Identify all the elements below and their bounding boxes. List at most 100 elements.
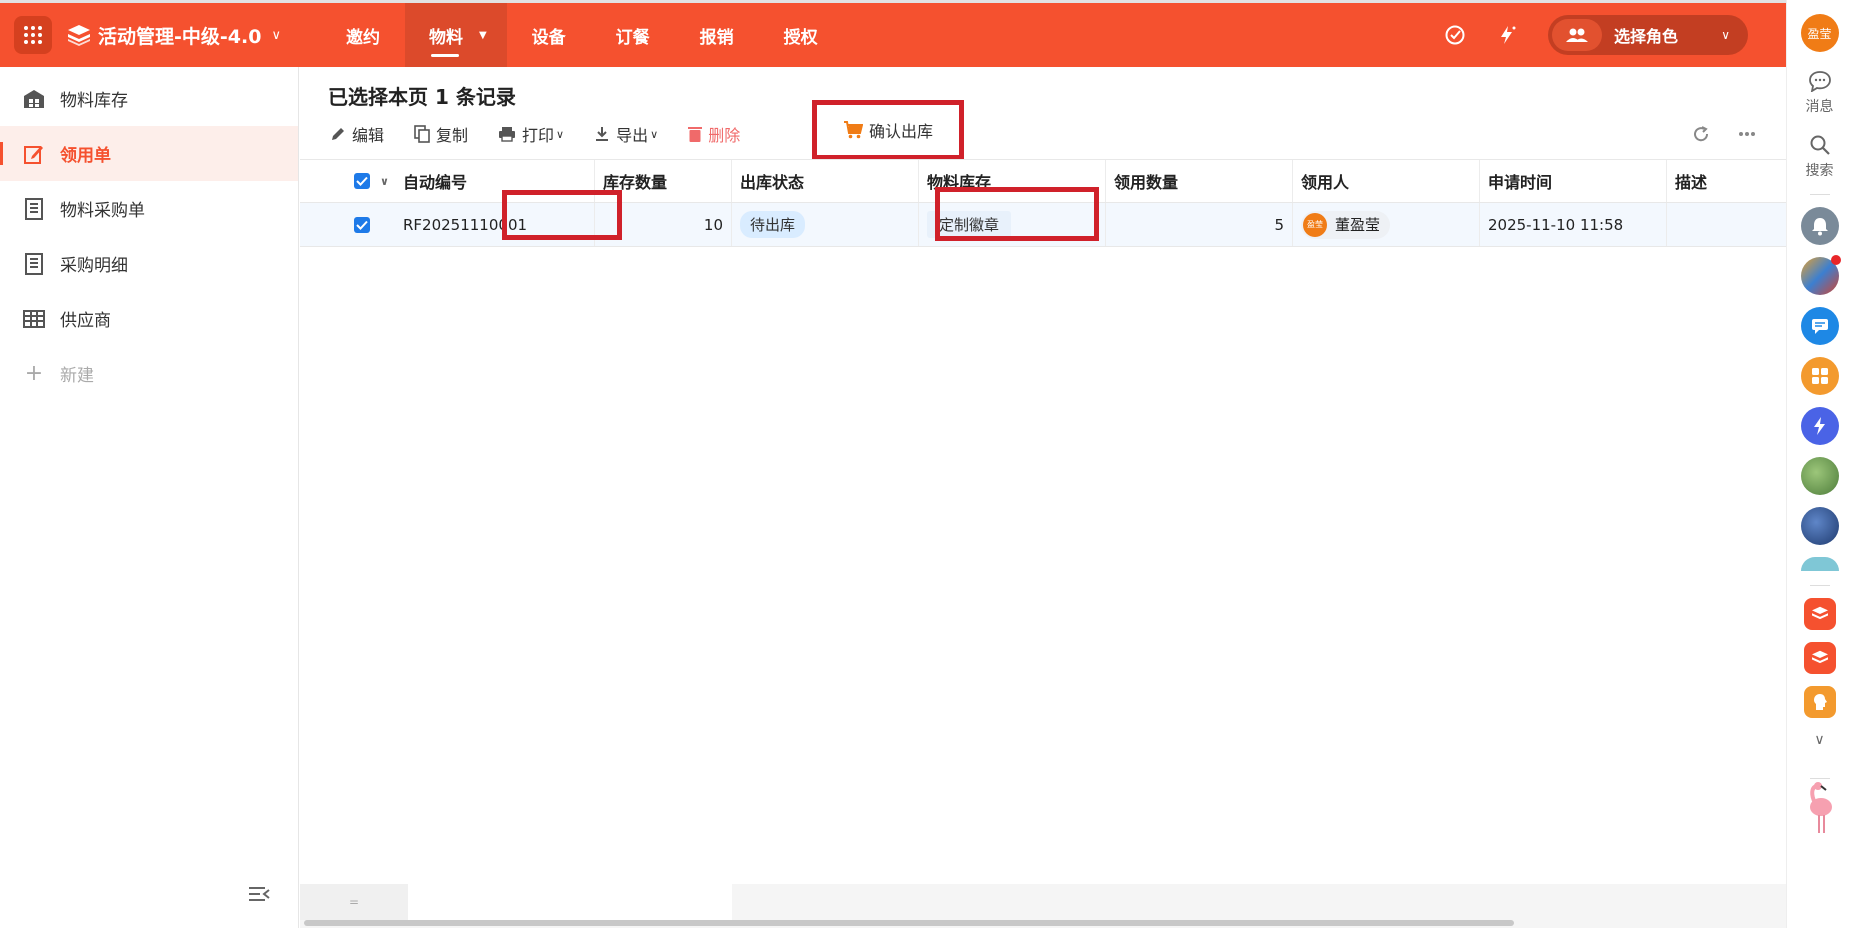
pencil-icon <box>330 126 346 142</box>
summary-cell[interactable]: = <box>300 884 408 920</box>
record-table: ∨ 自动编号 库存数量 出库状态 物料库存 领用数量 领用人 申请时间 描述 R… <box>300 159 1786 247</box>
main-content: 已选择本页 1 条记录 编辑 复制 打印 ∨ 导出 ∨ 删除 确认出库 ∨ 自动… <box>300 67 1786 928</box>
messages-button[interactable]: 消息 <box>1806 70 1834 116</box>
layers-logo-icon <box>66 22 92 48</box>
cell-status[interactable]: 待出库 <box>732 203 919 246</box>
copy-label: 复制 <box>436 126 469 145</box>
print-button[interactable]: 打印 ∨ <box>498 122 564 146</box>
nav-tab-invite[interactable]: 邀约 <box>321 3 405 67</box>
export-button[interactable]: 导出 ∨ <box>594 122 658 146</box>
column-header[interactable]: 出库状态 <box>732 160 919 202</box>
search-label: 搜索 <box>1805 163 1834 179</box>
sidebar-item-label: 采购明细 <box>60 256 128 276</box>
copy-button[interactable]: 复制 <box>414 122 468 146</box>
right-dock: 盈莹 消息 搜索 ∨ <box>1786 0 1852 928</box>
column-header[interactable]: 申请时间 <box>1480 160 1667 202</box>
head-idea-app-icon[interactable] <box>1803 686 1836 718</box>
chevron-down-icon[interactable]: ∨ <box>380 175 389 188</box>
layers-app-icon[interactable] <box>1803 598 1836 630</box>
row-checkbox[interactable] <box>354 216 370 233</box>
more-icon[interactable] <box>1738 131 1756 137</box>
material-tag[interactable]: 定制徽章 <box>927 211 1012 238</box>
sidebar-item-supplier[interactable]: 供应商 <box>0 291 298 346</box>
status-badge: 待出库 <box>740 211 806 238</box>
nav-tab-label: 物料 <box>428 27 463 48</box>
chevron-down-icon[interactable]: ∨ <box>271 28 281 43</box>
nav-tab-authorize[interactable]: 授权 <box>759 3 843 67</box>
lightning-app-icon[interactable] <box>1800 407 1839 445</box>
column-header[interactable]: 领用人 <box>1293 160 1480 202</box>
grid-app-icon[interactable] <box>1800 357 1839 395</box>
confirm-outbound-button[interactable]: 确认出库 <box>812 100 964 160</box>
column-header[interactable]: 自动编号 <box>395 160 595 202</box>
notification-dot <box>1830 255 1841 265</box>
summary-cell[interactable] <box>408 884 732 920</box>
search-button[interactable]: 搜索 <box>1806 134 1834 180</box>
chevron-down-icon: ∨ <box>556 127 565 141</box>
app-launcher-button[interactable] <box>14 16 52 54</box>
sidebar-item-label: 供应商 <box>60 311 111 331</box>
collapse-sidebar-icon[interactable] <box>248 886 270 906</box>
person-chip[interactable]: 盈莹 董盈莹 <box>1301 210 1391 239</box>
table-row[interactable]: RF20251110001 10 待出库 定制徽章 5 盈莹 董盈莹 2025-… <box>300 203 1786 247</box>
role-selector-label: 选择角色 <box>1614 27 1679 46</box>
column-header[interactable]: 库存数量 <box>595 160 732 202</box>
top-right-tools: 选择角色 ∨ <box>1444 3 1786 67</box>
download-icon <box>594 126 610 142</box>
select-all-cell[interactable]: ∨ <box>300 160 395 202</box>
column-header[interactable]: 领用数量 <box>1106 160 1293 202</box>
column-header[interactable]: 物料库存 <box>919 160 1106 202</box>
divider <box>1809 585 1830 586</box>
cell-stock-qty[interactable]: 10 <box>595 203 732 246</box>
chat-bubble-icon <box>1808 71 1831 92</box>
photo-app-icon[interactable] <box>1800 457 1839 495</box>
caret-down-icon[interactable]: ▼ <box>479 30 487 41</box>
delete-button[interactable]: 删除 <box>688 122 740 146</box>
chevron-down-icon[interactable]: ∨ <box>1814 732 1824 748</box>
nav-tab-material[interactable]: 物料 ▼ <box>404 3 507 67</box>
select-all-checkbox[interactable] <box>354 173 370 189</box>
earth-app-icon[interactable] <box>1800 507 1839 545</box>
role-selector[interactable]: 选择角色 ∨ <box>1548 15 1748 55</box>
chat-app-icon[interactable] <box>1800 307 1839 345</box>
cell-code[interactable]: RF20251110001 <box>395 203 595 246</box>
lightning-sparkle-icon[interactable] <box>1496 24 1518 46</box>
sidebar-new-button[interactable]: + 新建 <box>0 346 298 401</box>
sidebar-item-requisition[interactable]: 领用单 <box>0 126 298 181</box>
sidebar-item-purchase-order[interactable]: 物料采购单 <box>0 181 298 236</box>
layers-app-icon[interactable] <box>1803 642 1836 674</box>
cell-time[interactable]: 2025-11-10 11:58 <box>1480 203 1667 246</box>
print-label: 打印 <box>522 126 555 145</box>
sidebar-item-purchase-detail[interactable]: 采购明细 <box>0 236 298 291</box>
flamingo-mascot-icon[interactable] <box>1801 782 1839 833</box>
sidebar: 物料库存 领用单 物料采购单 采购明细 供应商 + 新建 <box>0 67 299 928</box>
sidebar-item-material-stock[interactable]: 物料库存 <box>0 71 298 126</box>
divider <box>1809 194 1830 195</box>
cell-material[interactable]: 定制徽章 <box>919 203 1106 246</box>
nav-tab-catering[interactable]: 订餐 <box>591 3 675 67</box>
partial-app-icon[interactable] <box>1800 557 1839 571</box>
edit-button[interactable]: 编辑 <box>330 122 384 146</box>
nav-tab-equipment[interactable]: 设备 <box>507 3 591 67</box>
user-avatar[interactable]: 盈莹 <box>1800 14 1839 52</box>
check-circle-icon[interactable] <box>1444 24 1466 46</box>
avatar: 盈莹 <box>1303 212 1327 237</box>
column-header[interactable]: 描述 <box>1667 160 1786 202</box>
document-list-icon <box>22 252 46 276</box>
cell-desc[interactable] <box>1667 203 1786 246</box>
row-select-cell[interactable] <box>300 203 395 246</box>
cell-person[interactable]: 盈莹 董盈莹 <box>1293 203 1480 246</box>
bell-app-icon[interactable] <box>1800 207 1839 245</box>
refresh-icon[interactable] <box>1692 125 1710 143</box>
messages-label: 消息 <box>1805 99 1834 115</box>
app-window: 活动管理-中级-4.0 ∨ 邀约 物料 ▼ 设备 订餐 报销 授权 选择角色 ∨… <box>0 0 1852 928</box>
nav-tab-reimburse[interactable]: 报销 <box>675 3 759 67</box>
sidebar-item-label: 物料采购单 <box>60 201 145 221</box>
group-photo-app-icon[interactable] <box>1800 255 1841 295</box>
cell-take-qty[interactable]: 5 <box>1106 203 1293 246</box>
horizontal-scrollbar[interactable] <box>304 920 1514 926</box>
delete-label: 删除 <box>708 126 741 145</box>
app-title[interactable]: 活动管理-中级-4.0 <box>98 22 261 49</box>
export-label: 导出 <box>616 126 649 145</box>
top-bar: 活动管理-中级-4.0 ∨ 邀约 物料 ▼ 设备 订餐 报销 授权 选择角色 ∨ <box>0 0 1852 67</box>
